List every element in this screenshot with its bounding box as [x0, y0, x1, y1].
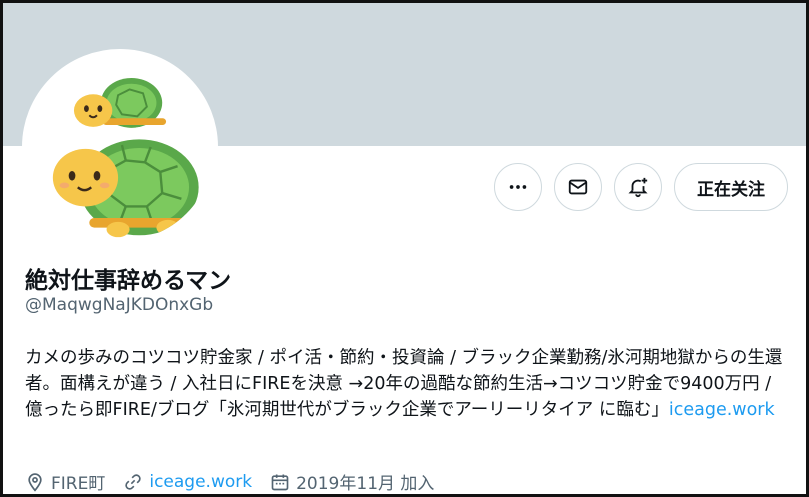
profile-avatar[interactable]	[22, 49, 218, 245]
meta-location: FIRE町	[25, 469, 105, 494]
more-button[interactable]	[494, 163, 542, 211]
profile-handle: @MaqwgNaJKDOnxGb	[25, 295, 214, 315]
link-icon	[125, 473, 142, 490]
turtle-avatar-icon	[52, 77, 199, 238]
bio-link[interactable]: iceage.work	[669, 400, 775, 420]
more-dots-icon	[509, 185, 527, 189]
calendar-icon	[271, 474, 289, 490]
website-link[interactable]: iceage.work	[149, 472, 252, 492]
meta-joined: 2019年11月 加入	[270, 469, 434, 494]
profile-card: 正在关注 絶対仕事辞めるマン @MaqwgNaJKDOnxGb カメの歩みのコツ…	[0, 0, 809, 497]
notify-button[interactable]	[614, 163, 662, 211]
profile-name: 絶対仕事辞めるマン	[25, 268, 232, 294]
profile-bio: カメの歩みのコツコツ貯金家 / ポイ活・節約・投資論 / ブラック企業勤務/氷河…	[25, 345, 785, 423]
profile-meta: FIRE町 iceage.work 2019年11月 加入	[25, 469, 434, 494]
location-text: FIRE町	[51, 474, 106, 494]
meta-website[interactable]: iceage.work	[123, 472, 252, 492]
following-button[interactable]: 正在关注	[674, 163, 788, 211]
mail-icon	[568, 179, 588, 195]
message-button[interactable]	[554, 163, 602, 211]
bell-plus-icon	[628, 177, 648, 198]
profile-actions: 正在关注	[494, 163, 788, 211]
joined-text: 2019年11月 加入	[296, 474, 435, 494]
location-pin-icon	[28, 472, 42, 492]
